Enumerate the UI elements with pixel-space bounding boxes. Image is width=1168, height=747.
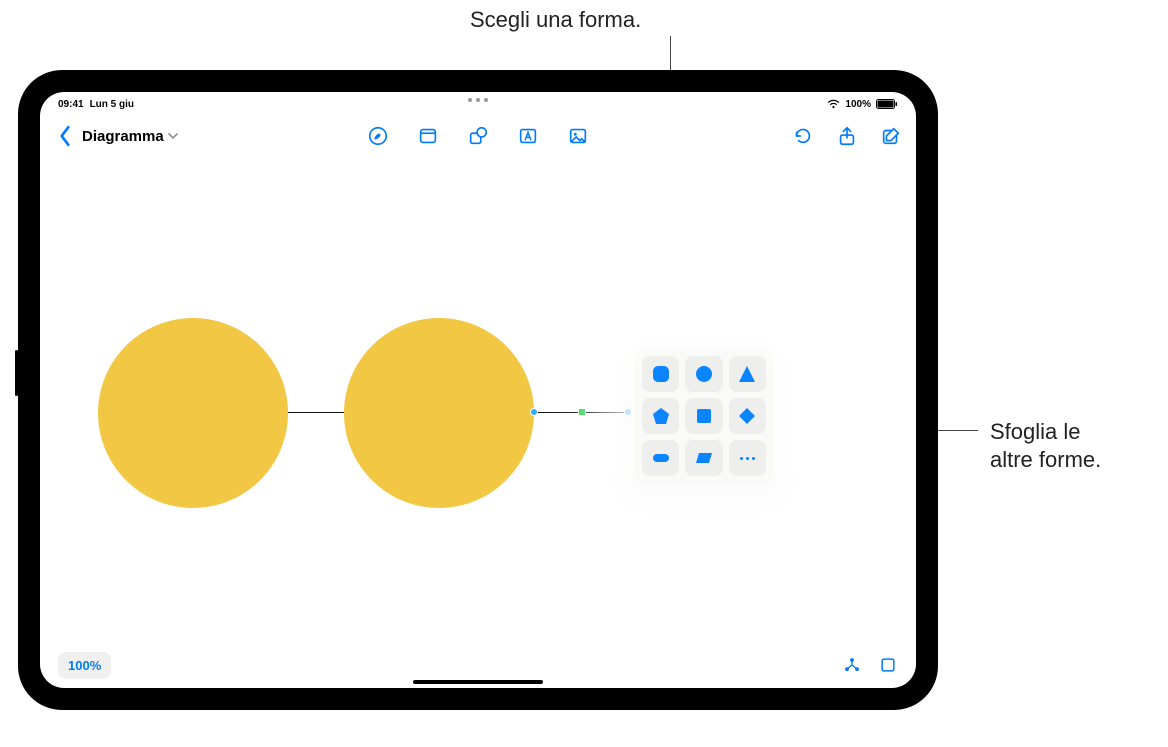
callout-text-line2: altre forme. — [990, 447, 1101, 472]
chevron-down-icon — [168, 128, 178, 145]
screen: 09:41 Lun 5 giu 100% Diagram — [40, 92, 916, 688]
shape-option-more[interactable] — [729, 440, 766, 476]
share-button[interactable] — [836, 125, 858, 147]
shapes-tool-button[interactable] — [467, 125, 489, 147]
document-title-text: Diagramma — [82, 128, 164, 145]
home-indicator[interactable] — [413, 680, 543, 684]
status-bar: 09:41 Lun 5 giu 100% — [40, 92, 916, 112]
battery-percent: 100% — [845, 99, 871, 110]
zoom-level[interactable]: 100% — [58, 652, 111, 679]
status-date: Lun 5 giu — [90, 99, 134, 110]
shape-picker-popover — [634, 348, 774, 484]
connector-line-1[interactable] — [288, 412, 344, 413]
wifi-icon — [827, 99, 840, 109]
shape-option-pentagon[interactable] — [642, 398, 679, 434]
connector-handle-end[interactable] — [624, 408, 632, 416]
connector-handle-mid[interactable] — [578, 408, 586, 416]
shape-option-triangle[interactable] — [729, 356, 766, 392]
toolbar-right — [792, 125, 902, 147]
connector-handle-start[interactable] — [530, 408, 538, 416]
frame-button[interactable] — [878, 655, 898, 675]
textbox-tool-button[interactable] — [517, 125, 539, 147]
shape-option-diamond[interactable] — [729, 398, 766, 434]
shape-option-parallelogram[interactable] — [685, 440, 722, 476]
undo-button[interactable] — [792, 125, 814, 147]
shape-circle-1[interactable] — [98, 318, 288, 508]
ipad-frame: 09:41 Lun 5 giu 100% Diagram — [18, 70, 938, 710]
callout-text-line1: Sfoglia le — [990, 419, 1081, 444]
status-left: 09:41 Lun 5 giu — [58, 99, 134, 110]
battery-icon — [876, 99, 898, 109]
shape-option-pill[interactable] — [642, 440, 679, 476]
toolbar-center — [367, 125, 589, 147]
status-right: 100% — [827, 99, 898, 110]
callout-choose-shape: Scegli una forma. — [470, 6, 641, 34]
back-button[interactable] — [54, 125, 76, 147]
canvas[interactable] — [40, 162, 916, 642]
graph-view-button[interactable] — [842, 655, 862, 675]
shape-option-rounded-square[interactable] — [642, 356, 679, 392]
shape-option-square[interactable] — [685, 398, 722, 434]
drawing-tool-button[interactable] — [367, 125, 389, 147]
status-time: 09:41 — [58, 99, 84, 110]
multitask-indicator[interactable] — [468, 98, 488, 102]
bottom-right-controls — [842, 655, 898, 675]
toolbar: Diagramma — [40, 116, 916, 156]
callout-browse-shapes: Sfoglia le altre forme. — [990, 418, 1101, 473]
document-title[interactable]: Diagramma — [82, 128, 178, 145]
shape-option-circle[interactable] — [685, 356, 722, 392]
media-tool-button[interactable] — [567, 125, 589, 147]
compose-button[interactable] — [880, 125, 902, 147]
shape-circle-2[interactable] — [344, 318, 534, 508]
sticky-note-tool-button[interactable] — [417, 125, 439, 147]
